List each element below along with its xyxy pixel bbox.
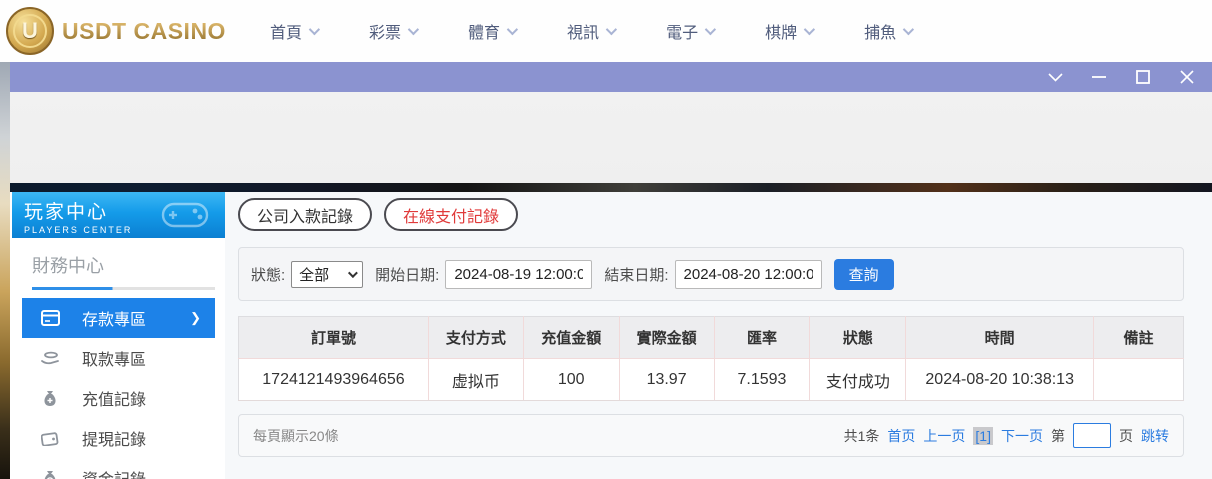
nav-item-lottery[interactable]: 彩票 — [369, 19, 420, 43]
logo[interactable]: U USDT CASINO — [6, 7, 234, 55]
page-suffix: 页 — [1119, 427, 1133, 444]
logo-text: USDT CASINO — [62, 17, 226, 44]
start-date-input[interactable] — [445, 259, 593, 289]
start-date-label: 開始日期: — [375, 266, 440, 284]
chevron-down-icon — [308, 23, 321, 36]
status-select[interactable]: 全部 — [291, 260, 364, 288]
logo-coin-icon: U — [6, 7, 54, 55]
nav-menu: 首頁 彩票 體育 視訊 電子 棋牌 捕魚 — [270, 19, 915, 43]
chevron-down-icon — [902, 23, 915, 36]
cell-time: 2024-08-20 10:38:13 — [905, 358, 1095, 401]
col-status: 狀態 — [809, 316, 907, 359]
status-select-value: 全部 — [299, 266, 330, 284]
tab-company-deposit-records[interactable]: 公司入款記錄 — [238, 198, 373, 231]
col-order-number: 訂單號 — [238, 316, 429, 359]
cell-recharge-amount: 100 — [522, 358, 620, 401]
sidebar-item-fund-records[interactable]: 資金記錄 — [22, 458, 215, 479]
query-button[interactable]: 查詢 — [833, 258, 894, 290]
sidebar-item-label: 資金記錄 — [82, 466, 146, 479]
wallet-icon — [40, 431, 60, 446]
table-header-row: 訂單號 支付方式 充值金額 實際金額 匯率 狀態 時間 備註 — [238, 316, 1184, 359]
tab-online-payment-records[interactable]: 在線支付記錄 — [384, 198, 519, 231]
col-payment-method: 支付方式 — [427, 316, 524, 359]
prev-page-link[interactable]: 上一页 — [923, 426, 965, 446]
chevron-down-icon — [407, 23, 420, 36]
per-page-text: 每頁顯示20條 — [253, 427, 339, 444]
record-tabs: 公司入款記錄 在線支付記錄 — [238, 198, 1184, 231]
close-icon[interactable] — [1176, 66, 1198, 88]
filter-bar: 狀態: 全部 開始日期: 結束日期: 查詢 — [238, 247, 1184, 301]
banner-image — [10, 92, 1212, 183]
col-actual-amount: 實際金額 — [618, 316, 715, 359]
nav-item-fishing[interactable]: 捕魚 — [864, 19, 915, 43]
sidebar-item-label: 充值記錄 — [82, 392, 147, 409]
maximize-icon[interactable] — [1132, 66, 1154, 88]
page-number-input[interactable] — [1073, 423, 1111, 448]
main-content: 公司入款記錄 在線支付記錄 狀態: 全部 開始日期: 結束日期: 查詢 — [225, 192, 1212, 479]
sidebar-item-label: 存款專區 — [82, 312, 147, 329]
cell-order-number: 1724121493964656 — [238, 358, 429, 401]
top-navigation: U USDT CASINO 首頁 彩票 體育 視訊 電子 棋牌 捕魚 — [0, 0, 1212, 62]
col-remark: 備註 — [1093, 316, 1184, 359]
cell-status: 支付成功 — [809, 358, 907, 401]
nav-item-slots[interactable]: 電子 — [666, 19, 717, 43]
sidebar-item-label: 提現記錄 — [82, 432, 147, 449]
logo-letter: U — [13, 14, 47, 48]
sidebar-item-withdraw[interactable]: 取款專區 — [22, 338, 215, 378]
cell-payment-method: 虚拟币 — [427, 358, 524, 401]
cell-exchange-rate: 7.1593 — [713, 358, 811, 401]
sidebar-item-label: 取款專區 — [82, 352, 147, 369]
hand-money-icon — [40, 351, 60, 366]
chevron-down-icon — [348, 267, 359, 278]
end-date-input[interactable] — [674, 259, 822, 289]
sidebar-item-withdrawal-records[interactable]: 提現記錄 — [22, 418, 215, 458]
cell-remark — [1093, 358, 1184, 401]
page: U USDT CASINO 首頁 彩票 體育 視訊 電子 棋牌 捕魚 玩家中心 … — [0, 0, 1212, 479]
sidebar-section-finance[interactable]: 財務中心 — [10, 238, 225, 278]
collapse-chevron-icon[interactable] — [1044, 66, 1066, 88]
nav-item-home[interactable]: 首頁 — [270, 19, 321, 43]
money-bag-icon — [40, 390, 60, 407]
chevron-down-icon — [605, 23, 618, 36]
col-exchange-rate: 匯率 — [713, 316, 811, 359]
records-table-container: 訂單號 支付方式 充值金額 實際金額 匯率 狀態 時間 備註 172412149… — [238, 316, 1184, 401]
pagination-bar: 每頁顯示20條 共1条 首页 上一页 [1] 下一页 第 页 跳转 — [238, 414, 1184, 457]
page-prefix: 第 — [1051, 427, 1065, 444]
gamepad-icon — [159, 198, 211, 232]
sidebar-item-deposit[interactable]: 存款專區 ❯ — [22, 298, 215, 338]
jump-link[interactable]: 跳转 — [1141, 426, 1169, 446]
window-titlebar — [10, 62, 1212, 92]
section-underline — [32, 287, 215, 290]
cell-actual-amount: 13.97 — [618, 358, 715, 401]
chevron-down-icon — [506, 23, 519, 36]
first-page-link[interactable]: 首页 — [887, 426, 915, 446]
records-table: 訂單號 支付方式 充值金額 實際金額 匯率 狀態 時間 備註 172412149… — [238, 316, 1184, 401]
col-time: 時間 — [905, 316, 1095, 359]
nav-item-boardgames[interactable]: 棋牌 — [765, 19, 816, 43]
coin-bag-icon — [40, 470, 60, 479]
chevron-down-icon — [803, 23, 816, 36]
total-count: 共1条 — [843, 427, 880, 444]
current-page[interactable]: [1] — [973, 426, 993, 445]
sidebar: 玩家中心 PLAYERS CENTER 財務中心 存款專區 ❯ 取款專區 充值記… — [10, 192, 225, 479]
chevron-right-icon: ❯ — [190, 310, 201, 325]
nav-item-live[interactable]: 視訊 — [567, 19, 618, 43]
col-recharge-amount: 充值金額 — [522, 316, 620, 359]
nav-item-sports[interactable]: 體育 — [468, 19, 519, 43]
chevron-down-icon — [704, 23, 717, 36]
sidebar-item-recharge-records[interactable]: 充值記錄 — [22, 378, 215, 418]
sidebar-header: 玩家中心 PLAYERS CENTER — [12, 192, 225, 238]
page-background-strip — [0, 62, 10, 479]
banner-bottom-strip — [10, 183, 1212, 192]
status-label: 狀態: — [251, 266, 286, 284]
app-window: 玩家中心 PLAYERS CENTER 財務中心 存款專區 ❯ 取款專區 充值記… — [10, 62, 1212, 479]
table-row: 1724121493964656 虚拟币 100 13.97 7.1593 支付… — [238, 358, 1184, 401]
deposit-card-icon — [40, 310, 60, 326]
end-date-label: 結束日期: — [604, 266, 669, 284]
next-page-link[interactable]: 下一页 — [1001, 426, 1043, 446]
minimize-icon[interactable] — [1088, 66, 1110, 88]
